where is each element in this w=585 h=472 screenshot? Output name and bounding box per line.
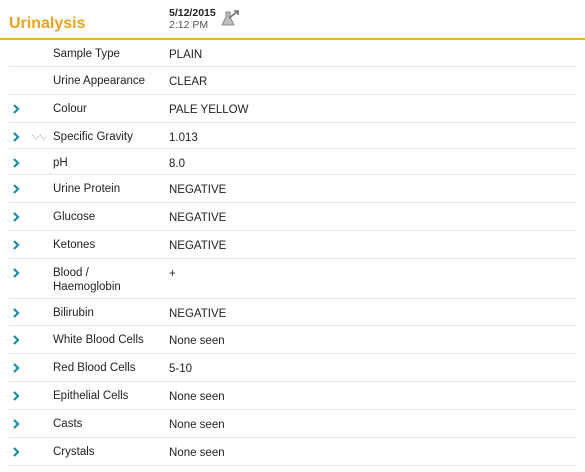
result-row[interactable]: Blood / Haemoglobin + — [9, 259, 576, 299]
result-value: None seen — [169, 447, 225, 459]
chevron-right-icon[interactable] — [10, 334, 22, 346]
result-row[interactable]: Red Blood Cells 5-10 — [9, 354, 576, 382]
result-row[interactable]: Specific Gravity 1.013 — [9, 123, 576, 149]
result-date: 5/12/2015 — [169, 7, 216, 19]
result-label: Glucose — [53, 211, 96, 223]
result-label: Crystals — [53, 446, 95, 458]
result-value: PLAIN — [169, 49, 203, 61]
result-time: 2:12 PM — [169, 19, 209, 31]
result-label: Red Blood Cells — [53, 362, 136, 374]
flask-chart-icon[interactable] — [219, 9, 239, 27]
result-label: Ketones — [53, 239, 96, 251]
result-label: Urine Protein — [53, 183, 121, 195]
result-value: PALE YELLOW — [169, 104, 249, 116]
result-row[interactable]: Ketones NEGATIVE — [9, 231, 576, 259]
result-value: 1.013 — [169, 132, 198, 144]
result-row[interactable]: Casts None seen — [9, 410, 576, 438]
result-label: Casts — [53, 418, 83, 430]
result-row[interactable]: Epithelial Cells None seen — [9, 382, 576, 410]
result-row: Urine Appearance CLEAR — [9, 67, 576, 95]
result-label: White Blood Cells — [53, 334, 144, 346]
result-row[interactable]: Urine Protein NEGATIVE — [9, 175, 576, 203]
chevron-right-icon[interactable] — [10, 418, 22, 430]
result-value: None seen — [169, 335, 225, 347]
result-datetime: 5/12/2015 2:12 PM — [169, 7, 216, 31]
result-row[interactable]: pH 8.0 — [9, 149, 576, 175]
result-label: pH — [53, 157, 68, 169]
result-row[interactable]: Crystals None seen — [9, 438, 576, 466]
result-value: None seen — [169, 419, 225, 431]
result-value: NEGATIVE — [169, 308, 227, 320]
result-label: Urine Appearance — [53, 75, 146, 87]
chevron-right-icon[interactable] — [10, 307, 22, 319]
chevron-right-icon[interactable] — [10, 183, 22, 195]
result-value: 8.0 — [169, 158, 185, 170]
result-value: + — [169, 268, 176, 280]
trend-graph-icon[interactable] — [31, 132, 47, 142]
chevron-right-icon[interactable] — [10, 157, 22, 169]
result-row: Sample Type PLAIN — [9, 40, 576, 67]
result-label: Epithelial Cells — [53, 390, 129, 402]
chevron-right-icon[interactable] — [10, 267, 22, 279]
result-row[interactable]: Colour PALE YELLOW — [9, 95, 576, 123]
chevron-right-icon[interactable] — [10, 390, 22, 402]
result-value: NEGATIVE — [169, 240, 227, 252]
result-label: Bilirubin — [53, 307, 94, 319]
result-value: NEGATIVE — [169, 212, 227, 224]
section-title: Urinalysis — [9, 15, 86, 32]
result-label: Specific Gravity — [53, 131, 133, 143]
chevron-right-icon[interactable] — [10, 446, 22, 458]
result-row[interactable]: Bilirubin NEGATIVE — [9, 299, 576, 326]
result-label: Sample Type — [53, 48, 120, 60]
result-label: Blood / Haemoglobin — [53, 267, 121, 293]
result-value: 5-10 — [169, 363, 193, 375]
result-row[interactable]: Glucose NEGATIVE — [9, 203, 576, 231]
chevron-right-icon[interactable] — [10, 103, 22, 115]
result-value: CLEAR — [169, 76, 208, 88]
result-label: Colour — [53, 103, 87, 115]
chevron-right-icon[interactable] — [10, 239, 22, 251]
section-header: Urinalysis 5/12/2015 2:12 PM — [0, 0, 585, 40]
chevron-right-icon[interactable] — [10, 131, 22, 143]
result-row[interactable]: White Blood Cells None seen — [9, 326, 576, 354]
result-value: NEGATIVE — [169, 184, 227, 196]
chevron-right-icon[interactable] — [10, 211, 22, 223]
result-value: None seen — [169, 391, 225, 403]
chevron-right-icon[interactable] — [10, 362, 22, 374]
